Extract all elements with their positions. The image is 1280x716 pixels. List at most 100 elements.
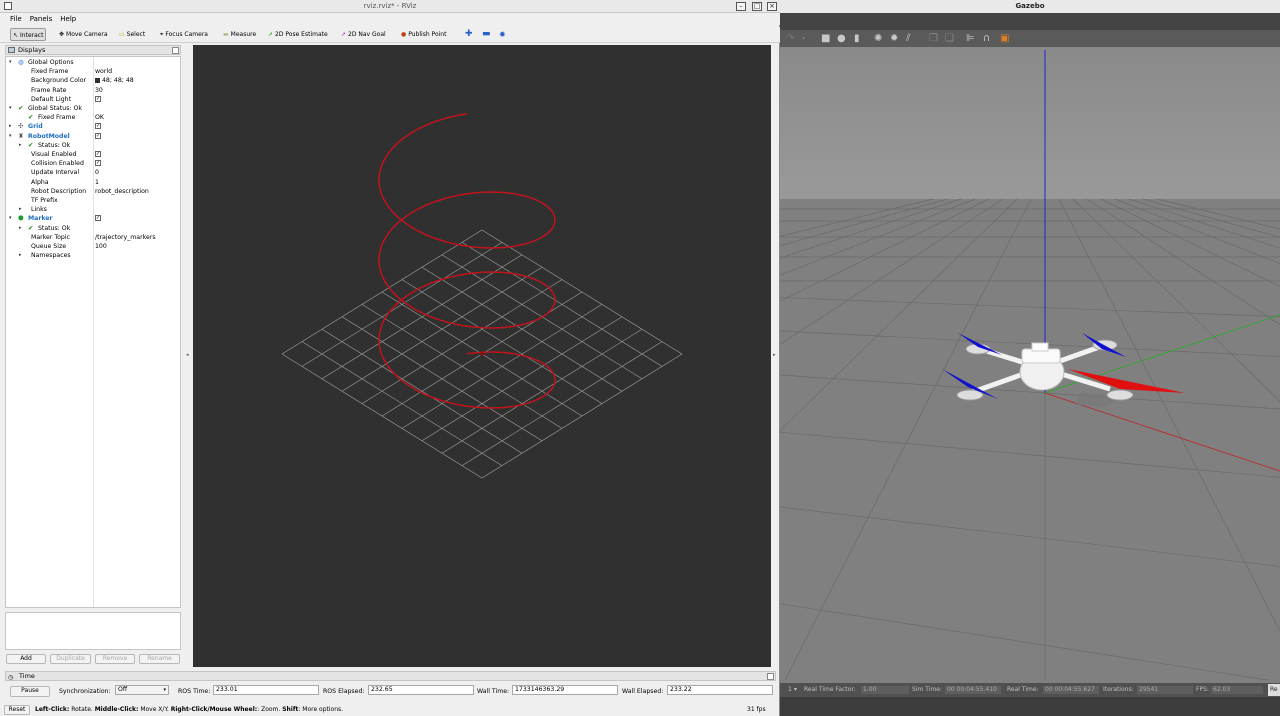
tree-row-value[interactable]: ✓: [95, 150, 101, 159]
add-tool-icon[interactable]: ✚: [463, 28, 475, 41]
tree-row[interactable]: ▸ ✔ Status: Ok: [6, 141, 180, 150]
tool-select[interactable]: ▭ Select: [117, 28, 147, 41]
enabled-checkbox[interactable]: ✓: [95, 123, 101, 130]
tree-row-value[interactable]: ✓: [95, 132, 101, 141]
tree-row[interactable]: ▾ ◍ Global Options: [6, 58, 180, 67]
tree-row[interactable]: ▾ ⬢ Marker ✓: [6, 214, 180, 223]
tree-row-value[interactable]: ✓: [95, 122, 101, 131]
sphere-shape-icon[interactable]: ●: [837, 33, 846, 44]
left-splitter-handle[interactable]: ◂: [186, 352, 189, 358]
gazebo-scene-canvas[interactable]: [0, 47, 1280, 683]
panel-float-button[interactable]: [767, 673, 774, 680]
copy-icon[interactable]: ❐: [929, 33, 938, 44]
tree-row-value[interactable]: OK: [95, 113, 104, 122]
reset-button[interactable]: Reset: [4, 705, 30, 715]
tree-row-value[interactable]: 100: [95, 242, 107, 251]
gazebo-3d-scene[interactable]: [0, 47, 1280, 683]
tree-row[interactable]: ▾ ♜ RobotModel ✓: [6, 132, 180, 141]
remove-display-button[interactable]: Remove: [95, 654, 135, 664]
pause-button[interactable]: Pause: [10, 686, 50, 697]
expand-arrow-icon[interactable]: ▾: [9, 58, 12, 67]
tree-row-value[interactable]: robot_description: [95, 187, 149, 196]
directional-light-icon[interactable]: ⫽: [906, 33, 910, 44]
expand-arrow-icon[interactable]: ▾: [9, 104, 12, 113]
minimize-button[interactable]: –: [736, 2, 746, 11]
dropdown-arrow-icon[interactable]: ▾: [794, 683, 797, 697]
redo-icon[interactable]: ↷: [786, 33, 794, 44]
tool-measure[interactable]: ▬ Measure: [221, 28, 258, 41]
enabled-checkbox[interactable]: ✓: [95, 215, 101, 222]
wall-elapsed-field[interactable]: 233.22: [667, 685, 773, 695]
tree-row[interactable]: ✔ Fixed Frame OK: [6, 113, 180, 122]
tree-row[interactable]: ▸ ✔ Status: Ok: [6, 224, 180, 233]
collapse-arrow-icon[interactable]: ▸: [19, 141, 22, 150]
collapse-arrow-icon[interactable]: ▸: [19, 251, 22, 260]
tree-row-value[interactable]: 30: [95, 86, 103, 95]
spot-light-icon[interactable]: ✹: [890, 33, 898, 44]
snap-icon[interactable]: ∩: [983, 33, 990, 44]
tree-row[interactable]: ▸ Namespaces: [6, 251, 180, 260]
expand-arrow-icon[interactable]: ▾: [9, 132, 12, 141]
add-display-button[interactable]: Add: [6, 654, 46, 664]
tree-row[interactable]: ▸ Links: [6, 205, 180, 214]
3d-render-view[interactable]: [193, 45, 771, 667]
tree-row-value[interactable]: /trajectory_markers: [95, 233, 156, 242]
remove-tool-icon[interactable]: ▬: [480, 28, 493, 41]
paste-icon[interactable]: ❏: [945, 33, 954, 44]
tree-row-value[interactable]: 0: [95, 168, 99, 177]
ros-elapsed-field[interactable]: 232.65: [368, 685, 474, 695]
align-icon[interactable]: ⊫: [966, 33, 975, 44]
tree-row[interactable]: Background Color 48; 48; 48: [6, 76, 180, 85]
tree-row[interactable]: ▸ ✣ Grid ✓: [6, 122, 180, 131]
tool-publish-point[interactable]: ● Publish Point: [399, 28, 448, 41]
tree-row-value[interactable]: ✓: [95, 214, 101, 223]
enabled-checkbox[interactable]: ✓: [95, 151, 101, 157]
panel-float-button[interactable]: [172, 47, 179, 54]
sync-select[interactable]: Off ▾: [115, 685, 169, 695]
tree-row-value[interactable]: 48; 48; 48: [95, 76, 134, 85]
change-view-icon[interactable]: ▣: [1000, 33, 1009, 44]
tree-row-value[interactable]: ✓: [95, 95, 101, 104]
menu-file[interactable]: File: [6, 13, 26, 25]
wall-time-field[interactable]: 1733146363.29: [512, 685, 618, 695]
tool-focus-camera[interactable]: ⌖ Focus Camera: [158, 28, 210, 41]
tree-row[interactable]: Queue Size 100: [6, 242, 180, 251]
tree-row[interactable]: ▾ ✔ Global Status: Ok: [6, 104, 180, 113]
maximize-button[interactable]: □: [752, 2, 762, 11]
tree-row[interactable]: Marker Topic/trajectory_markers: [6, 233, 180, 242]
tree-row[interactable]: Update Interval 0: [6, 168, 180, 177]
expand-arrow-icon[interactable]: ▾: [9, 214, 12, 223]
duplicate-display-button[interactable]: Duplicate: [50, 654, 91, 664]
tool-2d-pose-estimate[interactable]: ➚ 2D Pose Estimate: [266, 28, 330, 41]
ros-time-field[interactable]: 233.01: [213, 685, 319, 695]
enabled-checkbox[interactable]: ✓: [95, 160, 101, 167]
tree-row-value[interactable]: ✓: [95, 159, 101, 168]
dropdown-arrow-icon[interactable]: ▾: [802, 33, 805, 44]
tree-row[interactable]: Robot Description robot_description: [6, 187, 180, 196]
tree-row[interactable]: Collision Enabled ✓: [6, 159, 180, 168]
tree-row-value[interactable]: 1: [95, 178, 99, 187]
tree-row-value[interactable]: world: [95, 67, 112, 76]
menu-panels[interactable]: Panels: [26, 13, 57, 25]
menu-help[interactable]: Help: [56, 13, 80, 25]
collapse-arrow-icon[interactable]: ▸: [19, 205, 22, 214]
tool-interact[interactable]: ↖ Interact: [10, 28, 47, 41]
scene-canvas[interactable]: [193, 45, 771, 667]
color-swatch[interactable]: [95, 77, 100, 83]
tree-row[interactable]: Alpha 1: [6, 178, 180, 187]
reset-button[interactable]: Re: [1268, 684, 1280, 696]
tree-row[interactable]: Default Light ✓: [6, 95, 180, 104]
right-splitter-handle[interactable]: ▸: [773, 352, 776, 358]
rename-display-button[interactable]: Rename: [139, 654, 180, 664]
enabled-checkbox[interactable]: ✓: [95, 132, 101, 139]
tree-row[interactable]: Visual Enabled ✓: [6, 150, 180, 159]
tree-row[interactable]: Fixed Frame world: [6, 67, 180, 76]
close-button[interactable]: ×: [767, 2, 777, 11]
enabled-checkbox[interactable]: ✓: [95, 95, 101, 102]
tool-properties-icon[interactable]: ✹: [497, 28, 508, 41]
box-shape-icon[interactable]: ■: [821, 33, 830, 44]
tool-2d-nav-goal[interactable]: ➚ 2D Nav Goal: [339, 28, 388, 41]
tool-move-camera[interactable]: ✥ Move Camera: [57, 28, 110, 41]
cylinder-shape-icon[interactable]: ▮: [854, 33, 860, 44]
collapse-arrow-icon[interactable]: ▸: [9, 122, 12, 131]
